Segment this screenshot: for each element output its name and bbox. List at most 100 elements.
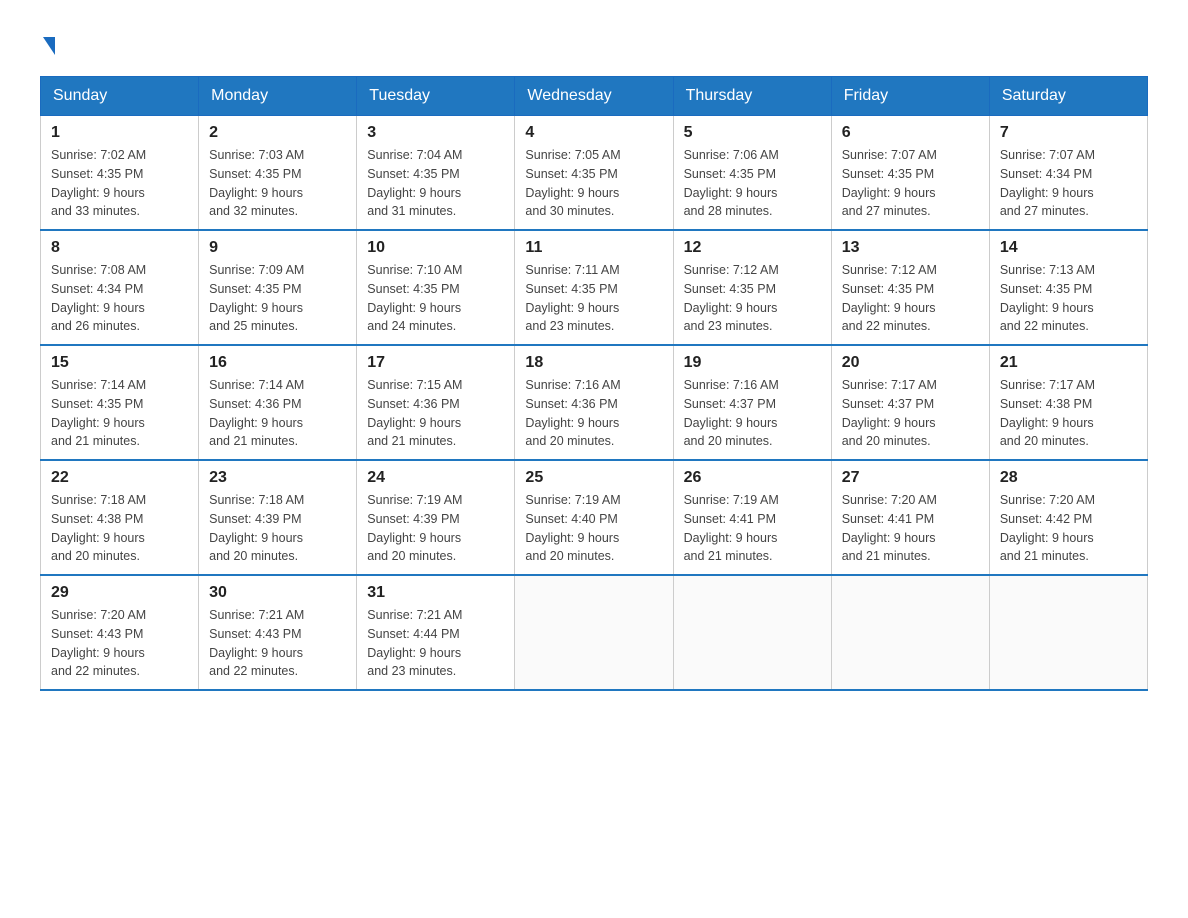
calendar-cell: 31 Sunrise: 7:21 AMSunset: 4:44 PMDayligh… bbox=[357, 575, 515, 690]
calendar-body: 1 Sunrise: 7:02 AMSunset: 4:35 PMDaylight… bbox=[41, 116, 1148, 691]
day-number: 22 bbox=[51, 469, 188, 487]
calendar-cell: 7 Sunrise: 7:07 AMSunset: 4:34 PMDaylight… bbox=[989, 116, 1147, 231]
calendar-cell: 24Sunrise: 7:19 AMSunset: 4:39 PMDayligh… bbox=[357, 460, 515, 575]
calendar-cell bbox=[515, 575, 673, 690]
day-number: 28 bbox=[1000, 469, 1137, 487]
day-info: Sunrise: 7:13 AMSunset: 4:35 PMDaylight:… bbox=[1000, 261, 1137, 336]
calendar-cell: 18 Sunrise: 7:16 AMSunset: 4:36 PMDayligh… bbox=[515, 345, 673, 460]
calendar-cell: 9 Sunrise: 7:09 AMSunset: 4:35 PMDaylight… bbox=[199, 230, 357, 345]
calendar-cell: 17Sunrise: 7:15 AMSunset: 4:36 PMDayligh… bbox=[357, 345, 515, 460]
calendar-cell: 21Sunrise: 7:17 AMSunset: 4:38 PMDayligh… bbox=[989, 345, 1147, 460]
day-number: 12 bbox=[684, 239, 821, 257]
day-info: Sunrise: 7:17 AMSunset: 4:37 PMDaylight:… bbox=[842, 376, 979, 451]
calendar-cell: 5 Sunrise: 7:06 AMSunset: 4:35 PMDaylight… bbox=[673, 116, 831, 231]
calendar-cell: 11 Sunrise: 7:11 AMSunset: 4:35 PMDayligh… bbox=[515, 230, 673, 345]
page-header bbox=[40, 30, 1148, 66]
day-number: 14 bbox=[1000, 239, 1137, 257]
calendar-cell: 20 Sunrise: 7:17 AMSunset: 4:37 PMDayligh… bbox=[831, 345, 989, 460]
day-number: 8 bbox=[51, 239, 188, 257]
day-info: Sunrise: 7:10 AMSunset: 4:35 PMDaylight:… bbox=[367, 261, 504, 336]
day-number: 27 bbox=[842, 469, 979, 487]
day-number: 25 bbox=[525, 469, 662, 487]
day-number: 17 bbox=[367, 354, 504, 372]
day-info: Sunrise: 7:21 AMSunset: 4:44 PMDaylight:… bbox=[367, 606, 504, 681]
day-info: Sunrise: 7:02 AMSunset: 4:35 PMDaylight:… bbox=[51, 146, 188, 221]
day-number: 5 bbox=[684, 124, 821, 142]
calendar-cell: 23 Sunrise: 7:18 AMSunset: 4:39 PMDayligh… bbox=[199, 460, 357, 575]
calendar-cell: 6 Sunrise: 7:07 AMSunset: 4:35 PMDaylight… bbox=[831, 116, 989, 231]
days-of-week-row: SundayMondayTuesdayWednesdayThursdayFrid… bbox=[41, 77, 1148, 116]
calendar-week-row: 8 Sunrise: 7:08 AMSunset: 4:34 PMDaylight… bbox=[41, 230, 1148, 345]
calendar-week-row: 29Sunrise: 7:20 AMSunset: 4:43 PMDayligh… bbox=[41, 575, 1148, 690]
calendar-cell: 15Sunrise: 7:14 AMSunset: 4:35 PMDayligh… bbox=[41, 345, 199, 460]
calendar-week-row: 1 Sunrise: 7:02 AMSunset: 4:35 PMDaylight… bbox=[41, 116, 1148, 231]
calendar-cell: 8 Sunrise: 7:08 AMSunset: 4:34 PMDaylight… bbox=[41, 230, 199, 345]
day-info: Sunrise: 7:20 AMSunset: 4:41 PMDaylight:… bbox=[842, 491, 979, 566]
day-number: 4 bbox=[525, 124, 662, 142]
day-number: 26 bbox=[684, 469, 821, 487]
day-info: Sunrise: 7:16 AMSunset: 4:36 PMDaylight:… bbox=[525, 376, 662, 451]
day-header-thursday: Thursday bbox=[673, 77, 831, 116]
calendar-cell: 29Sunrise: 7:20 AMSunset: 4:43 PMDayligh… bbox=[41, 575, 199, 690]
day-info: Sunrise: 7:06 AMSunset: 4:35 PMDaylight:… bbox=[684, 146, 821, 221]
day-info: Sunrise: 7:11 AMSunset: 4:35 PMDaylight:… bbox=[525, 261, 662, 336]
day-number: 23 bbox=[209, 469, 346, 487]
day-number: 7 bbox=[1000, 124, 1137, 142]
calendar-week-row: 22 Sunrise: 7:18 AMSunset: 4:38 PMDayligh… bbox=[41, 460, 1148, 575]
calendar-cell: 26 Sunrise: 7:19 AMSunset: 4:41 PMDayligh… bbox=[673, 460, 831, 575]
calendar-week-row: 15Sunrise: 7:14 AMSunset: 4:35 PMDayligh… bbox=[41, 345, 1148, 460]
day-info: Sunrise: 7:07 AMSunset: 4:35 PMDaylight:… bbox=[842, 146, 979, 221]
day-number: 2 bbox=[209, 124, 346, 142]
day-number: 6 bbox=[842, 124, 979, 142]
day-number: 20 bbox=[842, 354, 979, 372]
day-header-saturday: Saturday bbox=[989, 77, 1147, 116]
day-number: 15 bbox=[51, 354, 188, 372]
calendar-cell: 13Sunrise: 7:12 AMSunset: 4:35 PMDayligh… bbox=[831, 230, 989, 345]
day-info: Sunrise: 7:12 AMSunset: 4:35 PMDaylight:… bbox=[684, 261, 821, 336]
day-info: Sunrise: 7:21 AMSunset: 4:43 PMDaylight:… bbox=[209, 606, 346, 681]
day-info: Sunrise: 7:19 AMSunset: 4:40 PMDaylight:… bbox=[525, 491, 662, 566]
day-info: Sunrise: 7:04 AMSunset: 4:35 PMDaylight:… bbox=[367, 146, 504, 221]
day-info: Sunrise: 7:16 AMSunset: 4:37 PMDaylight:… bbox=[684, 376, 821, 451]
calendar-table: SundayMondayTuesdayWednesdayThursdayFrid… bbox=[40, 76, 1148, 691]
day-info: Sunrise: 7:09 AMSunset: 4:35 PMDaylight:… bbox=[209, 261, 346, 336]
day-header-wednesday: Wednesday bbox=[515, 77, 673, 116]
day-number: 31 bbox=[367, 584, 504, 602]
calendar-cell: 3 Sunrise: 7:04 AMSunset: 4:35 PMDaylight… bbox=[357, 116, 515, 231]
calendar-cell: 22 Sunrise: 7:18 AMSunset: 4:38 PMDayligh… bbox=[41, 460, 199, 575]
day-info: Sunrise: 7:18 AMSunset: 4:39 PMDaylight:… bbox=[209, 491, 346, 566]
day-header-sunday: Sunday bbox=[41, 77, 199, 116]
day-header-friday: Friday bbox=[831, 77, 989, 116]
day-number: 1 bbox=[51, 124, 188, 142]
day-number: 18 bbox=[525, 354, 662, 372]
day-info: Sunrise: 7:14 AMSunset: 4:36 PMDaylight:… bbox=[209, 376, 346, 451]
day-number: 19 bbox=[684, 354, 821, 372]
day-number: 29 bbox=[51, 584, 188, 602]
day-number: 30 bbox=[209, 584, 346, 602]
day-info: Sunrise: 7:03 AMSunset: 4:35 PMDaylight:… bbox=[209, 146, 346, 221]
calendar-cell: 16 Sunrise: 7:14 AMSunset: 4:36 PMDayligh… bbox=[199, 345, 357, 460]
calendar-cell: 2 Sunrise: 7:03 AMSunset: 4:35 PMDaylight… bbox=[199, 116, 357, 231]
day-info: Sunrise: 7:19 AMSunset: 4:41 PMDaylight:… bbox=[684, 491, 821, 566]
calendar-cell: 25 Sunrise: 7:19 AMSunset: 4:40 PMDayligh… bbox=[515, 460, 673, 575]
day-info: Sunrise: 7:07 AMSunset: 4:34 PMDaylight:… bbox=[1000, 146, 1137, 221]
calendar-cell: 4Sunrise: 7:05 AMSunset: 4:35 PMDaylight… bbox=[515, 116, 673, 231]
calendar-cell: 27 Sunrise: 7:20 AMSunset: 4:41 PMDayligh… bbox=[831, 460, 989, 575]
calendar-cell: 1 Sunrise: 7:02 AMSunset: 4:35 PMDaylight… bbox=[41, 116, 199, 231]
calendar-cell: 10Sunrise: 7:10 AMSunset: 4:35 PMDayligh… bbox=[357, 230, 515, 345]
day-info: Sunrise: 7:12 AMSunset: 4:35 PMDaylight:… bbox=[842, 261, 979, 336]
day-info: Sunrise: 7:08 AMSunset: 4:34 PMDaylight:… bbox=[51, 261, 188, 336]
day-number: 16 bbox=[209, 354, 346, 372]
calendar-cell: 28 Sunrise: 7:20 AMSunset: 4:42 PMDayligh… bbox=[989, 460, 1147, 575]
calendar-header: SundayMondayTuesdayWednesdayThursdayFrid… bbox=[41, 77, 1148, 116]
day-info: Sunrise: 7:20 AMSunset: 4:42 PMDaylight:… bbox=[1000, 491, 1137, 566]
day-info: Sunrise: 7:19 AMSunset: 4:39 PMDaylight:… bbox=[367, 491, 504, 566]
day-number: 9 bbox=[209, 239, 346, 257]
day-header-tuesday: Tuesday bbox=[357, 77, 515, 116]
calendar-cell: 30 Sunrise: 7:21 AMSunset: 4:43 PMDayligh… bbox=[199, 575, 357, 690]
day-number: 3 bbox=[367, 124, 504, 142]
day-info: Sunrise: 7:18 AMSunset: 4:38 PMDaylight:… bbox=[51, 491, 188, 566]
day-header-monday: Monday bbox=[199, 77, 357, 116]
logo bbox=[40, 30, 55, 66]
day-number: 11 bbox=[525, 239, 662, 257]
